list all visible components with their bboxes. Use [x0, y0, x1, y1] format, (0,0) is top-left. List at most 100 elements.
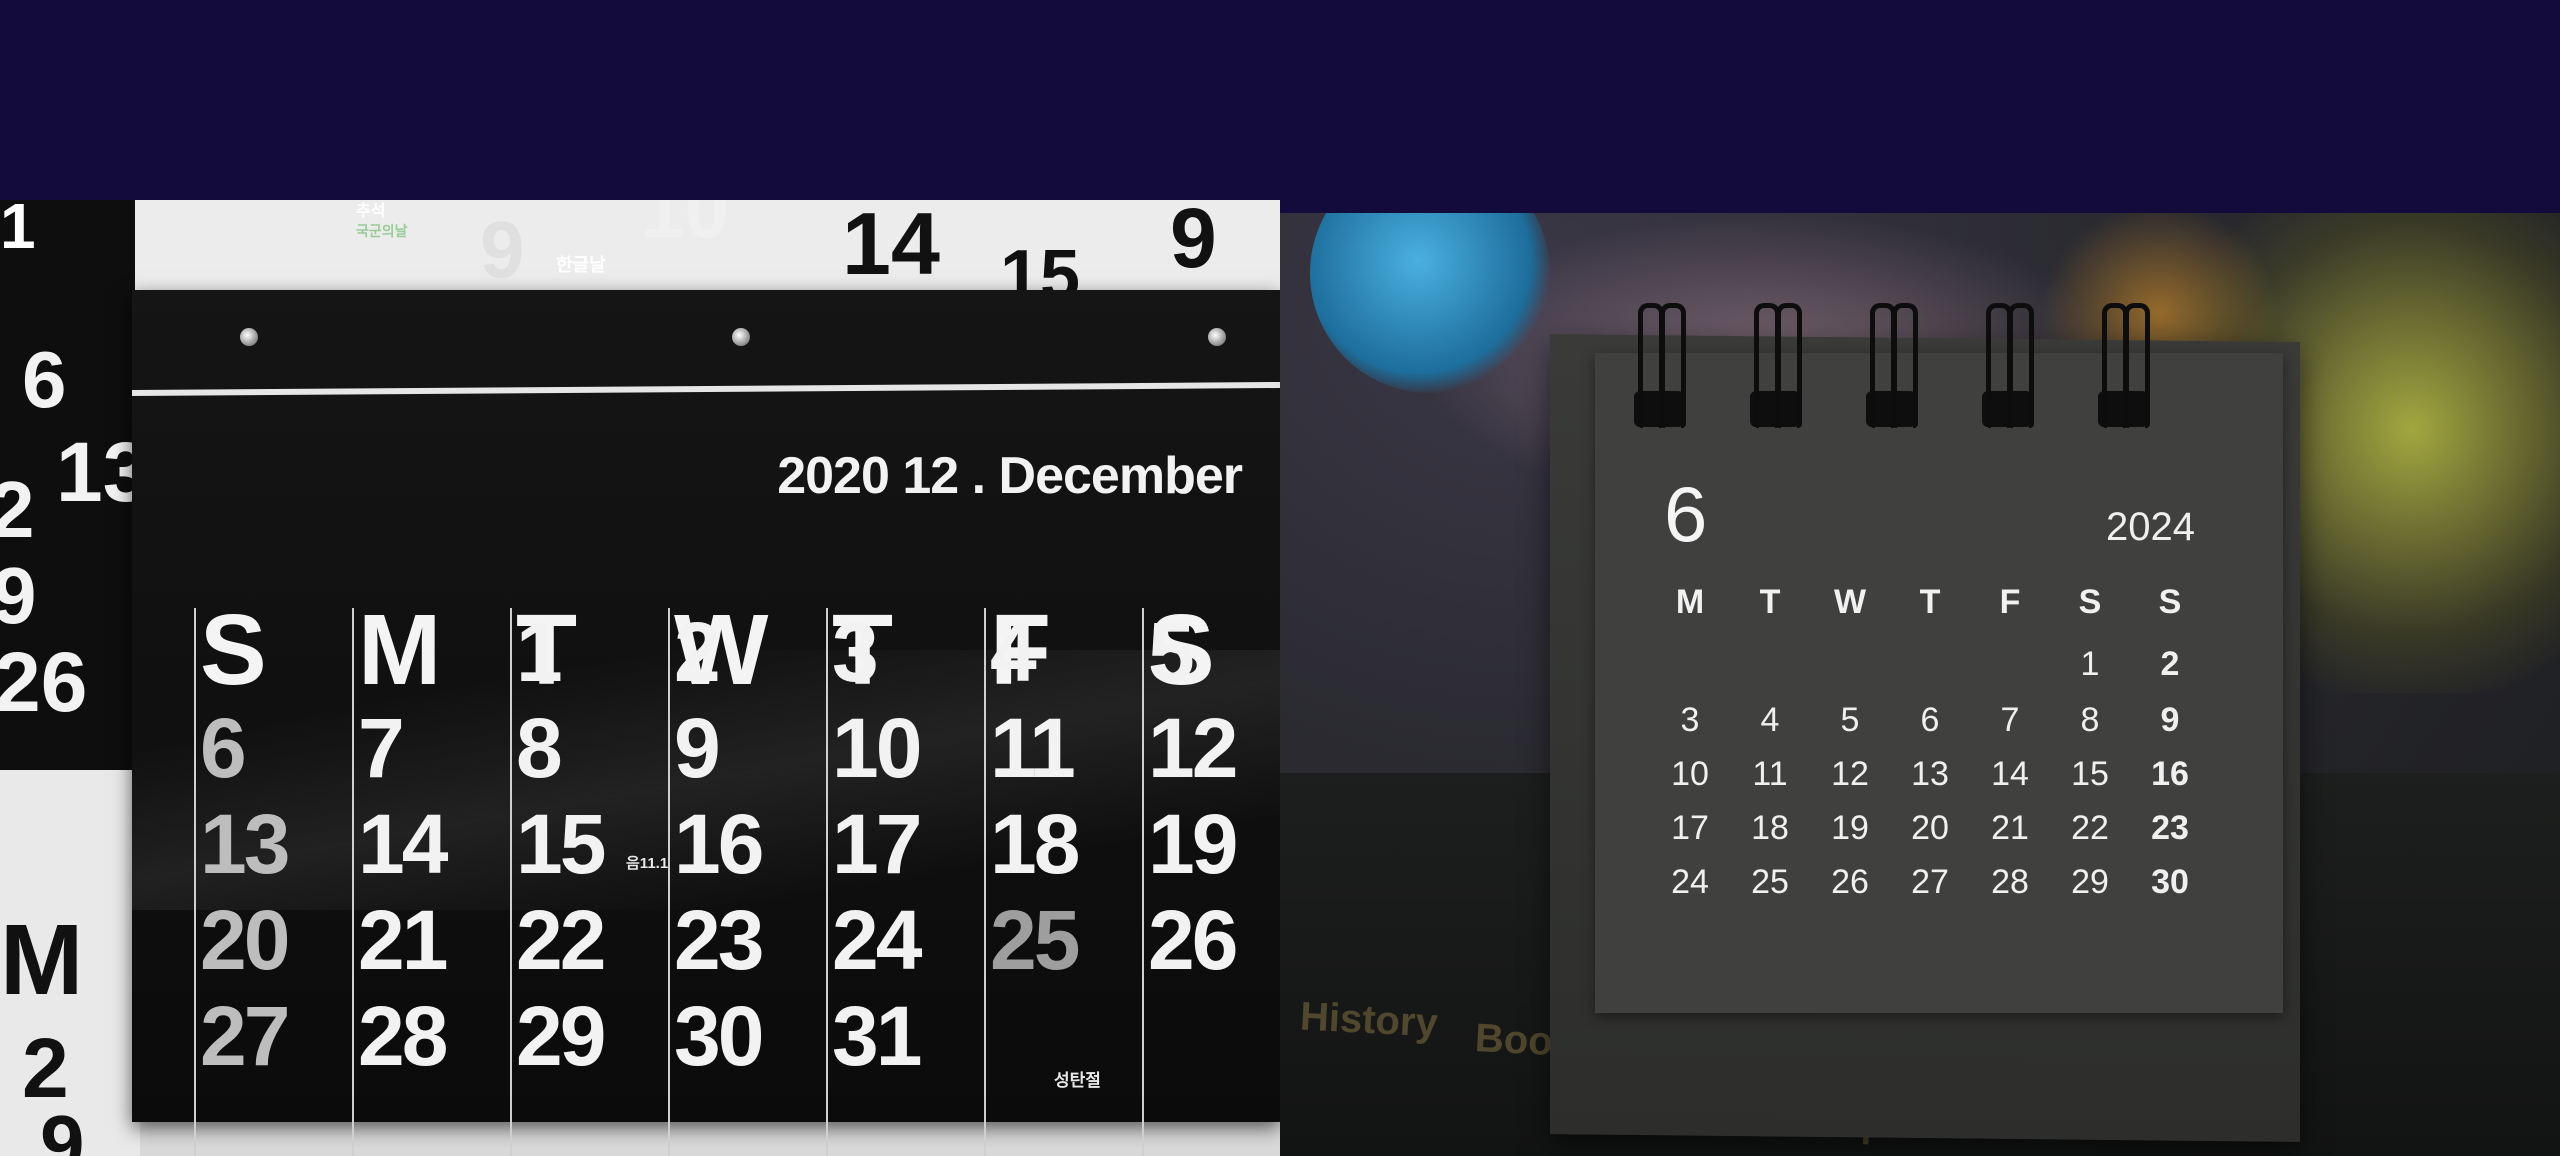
calendar-day: 18 — [990, 797, 1080, 891]
weekday-label: M — [1675, 583, 1705, 621]
calendar-title: 2020 12 . December — [777, 447, 1243, 505]
background-label: 한글날 — [556, 255, 606, 275]
background-number: 1 — [0, 200, 36, 262]
laptop-screen-text: Boo — [1473, 1015, 1554, 1065]
calendar-day: 29 — [516, 989, 606, 1083]
calendar-day: 10 — [832, 701, 922, 795]
spiral-ring — [1660, 303, 1686, 428]
calendar-day: 15 — [2071, 755, 2109, 793]
calendar-day: 2 — [2160, 645, 2180, 683]
calendar-day: 1 — [2080, 645, 2100, 683]
column-divider — [194, 608, 196, 1156]
background-number: 2 — [22, 1021, 69, 1115]
calendar-day: 19 — [1148, 797, 1238, 891]
december-2020-calendar-photo: 1 9 추석 국군의날 한글날 10 14 15 9 6 13 2 9 26 M… — [0, 200, 1280, 1156]
weekday-label: M — [358, 594, 442, 706]
calendar-day: 16 — [2151, 755, 2189, 793]
background-number: 10 — [640, 200, 729, 254]
calendar-day: 3 — [832, 605, 879, 699]
weekday-label: S — [2078, 583, 2102, 621]
calendar-day: 14 — [1991, 755, 2029, 793]
calendar-day: 23 — [674, 893, 764, 987]
calendar-day: 20 — [200, 893, 290, 987]
calendar-day: 3 — [1680, 701, 1700, 739]
calendar-day: 25 — [990, 893, 1080, 987]
laptop-screen-text: History — [1298, 994, 1439, 1046]
weekday-label: T — [1759, 583, 1781, 621]
spiral-ring — [2124, 303, 2150, 428]
calendar-day: 5 — [1840, 701, 1860, 739]
hanging-hole — [240, 328, 258, 346]
calendar-day: 13 — [1911, 755, 1949, 793]
weekday-label: W — [1833, 583, 1867, 621]
calendar-day: 4 — [1760, 701, 1780, 739]
calendar-day: 24 — [1671, 863, 1709, 901]
calendar-day: 18 — [1751, 809, 1789, 847]
june-2024-desk-calendar-photo: History Boo Develop 6 2024 MTWTFSS123456… — [1280, 213, 2560, 1156]
calendar-day: 12 — [1831, 755, 1869, 793]
calendar-day: 9 — [674, 701, 721, 795]
calendar-day: 26 — [1148, 893, 1238, 987]
calendar-day: 16 — [674, 797, 764, 891]
calendar-day: 2 — [674, 605, 721, 699]
spiral-ring — [2008, 303, 2034, 428]
spiral-ring — [1892, 303, 1918, 428]
calendar-day: 7 — [358, 701, 405, 795]
december-calendar-sheet: 2020 12 . December S M T W T F S 1 2 3 4 5 6 7 8 9 10 11 1… — [131, 290, 1280, 1156]
calendar-day: 6 — [200, 701, 247, 795]
year-label: 2024 — [2106, 505, 2195, 549]
calendar-day: 27 — [1911, 863, 1949, 901]
calendar-day: 12 — [1148, 701, 1238, 795]
calendar-day: 8 — [2080, 701, 2100, 739]
calendar-day: 20 — [1911, 809, 1949, 847]
calendar-day: 14 — [358, 797, 448, 891]
weekday-label: S — [2158, 583, 2182, 621]
calendar-day: 5 — [1148, 605, 1195, 699]
column-divider — [352, 608, 354, 1156]
hanging-hole — [732, 328, 750, 346]
calendar-day: 27 — [200, 989, 290, 1083]
calendar-day: 31 — [832, 989, 922, 1083]
calendar-day: 21 — [358, 893, 448, 987]
calendar-day: 22 — [2071, 809, 2109, 847]
background-label: 국군의날 — [356, 223, 408, 239]
background-number: 6 — [22, 335, 67, 424]
calendar-day: 4 — [990, 605, 1037, 699]
background-number: 9 — [480, 205, 525, 294]
calendar-day: 17 — [832, 797, 922, 891]
calendar-day: 17 — [1671, 809, 1709, 847]
calendar-day: 1 — [516, 605, 563, 699]
background-number: 9 — [0, 551, 37, 640]
holiday-note: 성탄절 — [1054, 1071, 1101, 1090]
torn-edge — [131, 381, 1280, 397]
month-number: 6 — [1664, 470, 1708, 558]
calendar-day: 23 — [2151, 809, 2189, 847]
calendar-day: 30 — [674, 989, 764, 1083]
background-number: 26 — [0, 635, 88, 729]
calendar-day: 29 — [2071, 863, 2109, 901]
calendar-day: 15 — [516, 797, 606, 891]
background-number: 9 — [40, 1099, 85, 1156]
background-label: 추석 — [356, 203, 386, 220]
column-divider — [826, 608, 828, 1156]
weekday-label: F — [1999, 583, 2021, 621]
column-divider — [1142, 608, 1144, 1156]
calendar-day: 26 — [1831, 863, 1869, 901]
calendar-day: 28 — [358, 989, 448, 1083]
hanging-hole — [1208, 328, 1226, 346]
column-divider — [510, 608, 512, 1156]
calendar-day: 6 — [1920, 701, 1940, 739]
weekday-label: T — [1919, 583, 1941, 621]
calendar-day: 11 — [990, 701, 1076, 795]
spiral-ring — [1776, 303, 1802, 428]
lunar-date-note: 음11.1 — [626, 855, 669, 872]
calendar-day: 28 — [1991, 863, 2029, 901]
column-divider — [984, 608, 986, 1156]
calendar-day: 8 — [516, 701, 563, 795]
calendar-day: 21 — [1991, 809, 2029, 847]
calendar-day: 22 — [516, 893, 606, 987]
calendar-day: 24 — [832, 893, 922, 987]
calendar-day: 19 — [1831, 809, 1869, 847]
weekday-label: S — [200, 594, 267, 706]
calendar-day: 13 — [200, 797, 290, 891]
